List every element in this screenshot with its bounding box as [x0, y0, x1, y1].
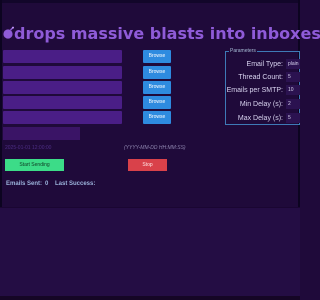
file-path-field-2[interactable]	[3, 66, 122, 79]
email-type-label: Email Type:	[246, 61, 283, 68]
log-output-panel[interactable]	[0, 207, 300, 300]
emails-per-smtp-label: Emails per SMTP:	[226, 87, 283, 94]
min-delay-label: Min Delay (s):	[239, 101, 283, 108]
datetime-format-hint: (YYYY-MM-DD HH:MM:SS)	[124, 145, 186, 151]
emails-sent-value: 0	[45, 181, 49, 187]
max-delay-input[interactable]: 5	[286, 113, 300, 123]
email-type-select[interactable]: plain	[286, 59, 300, 69]
file-path-field-5[interactable]	[3, 111, 122, 124]
thread-count-label: Thread Count:	[238, 74, 283, 81]
emails-sent-label: Emails Sent:	[6, 181, 43, 187]
parameters-legend: Parameters	[229, 48, 257, 54]
stop-button[interactable]: Stop	[128, 159, 167, 171]
app-title: drops massive blasts into inboxes.	[14, 24, 320, 43]
max-delay-label: Max Delay (s):	[237, 115, 283, 122]
window-top-edge	[0, 0, 300, 3]
browse-button-3[interactable]: Browse	[143, 81, 171, 94]
file-path-field-4[interactable]	[3, 96, 122, 109]
file-path-field-1[interactable]	[3, 50, 122, 63]
last-success-label: Last Success:	[55, 181, 96, 187]
schedule-field-background	[3, 127, 80, 140]
browse-button-4[interactable]: Browse	[143, 96, 171, 109]
thread-count-input[interactable]: 5	[286, 72, 300, 82]
browse-button-2[interactable]: Browse	[143, 66, 171, 79]
file-path-field-3[interactable]	[3, 81, 122, 94]
browse-button-5[interactable]: Browse	[143, 111, 171, 124]
browse-button-1[interactable]: Browse	[143, 50, 171, 63]
start-sending-button[interactable]: Start Sending	[5, 159, 64, 171]
schedule-datetime-input[interactable]: 2025-01-01 12:00:00	[5, 144, 65, 153]
min-delay-input[interactable]: 2	[286, 99, 300, 109]
log-panel-bottom-bar	[0, 296, 300, 300]
emails-per-smtp-input[interactable]: 10	[286, 85, 300, 95]
